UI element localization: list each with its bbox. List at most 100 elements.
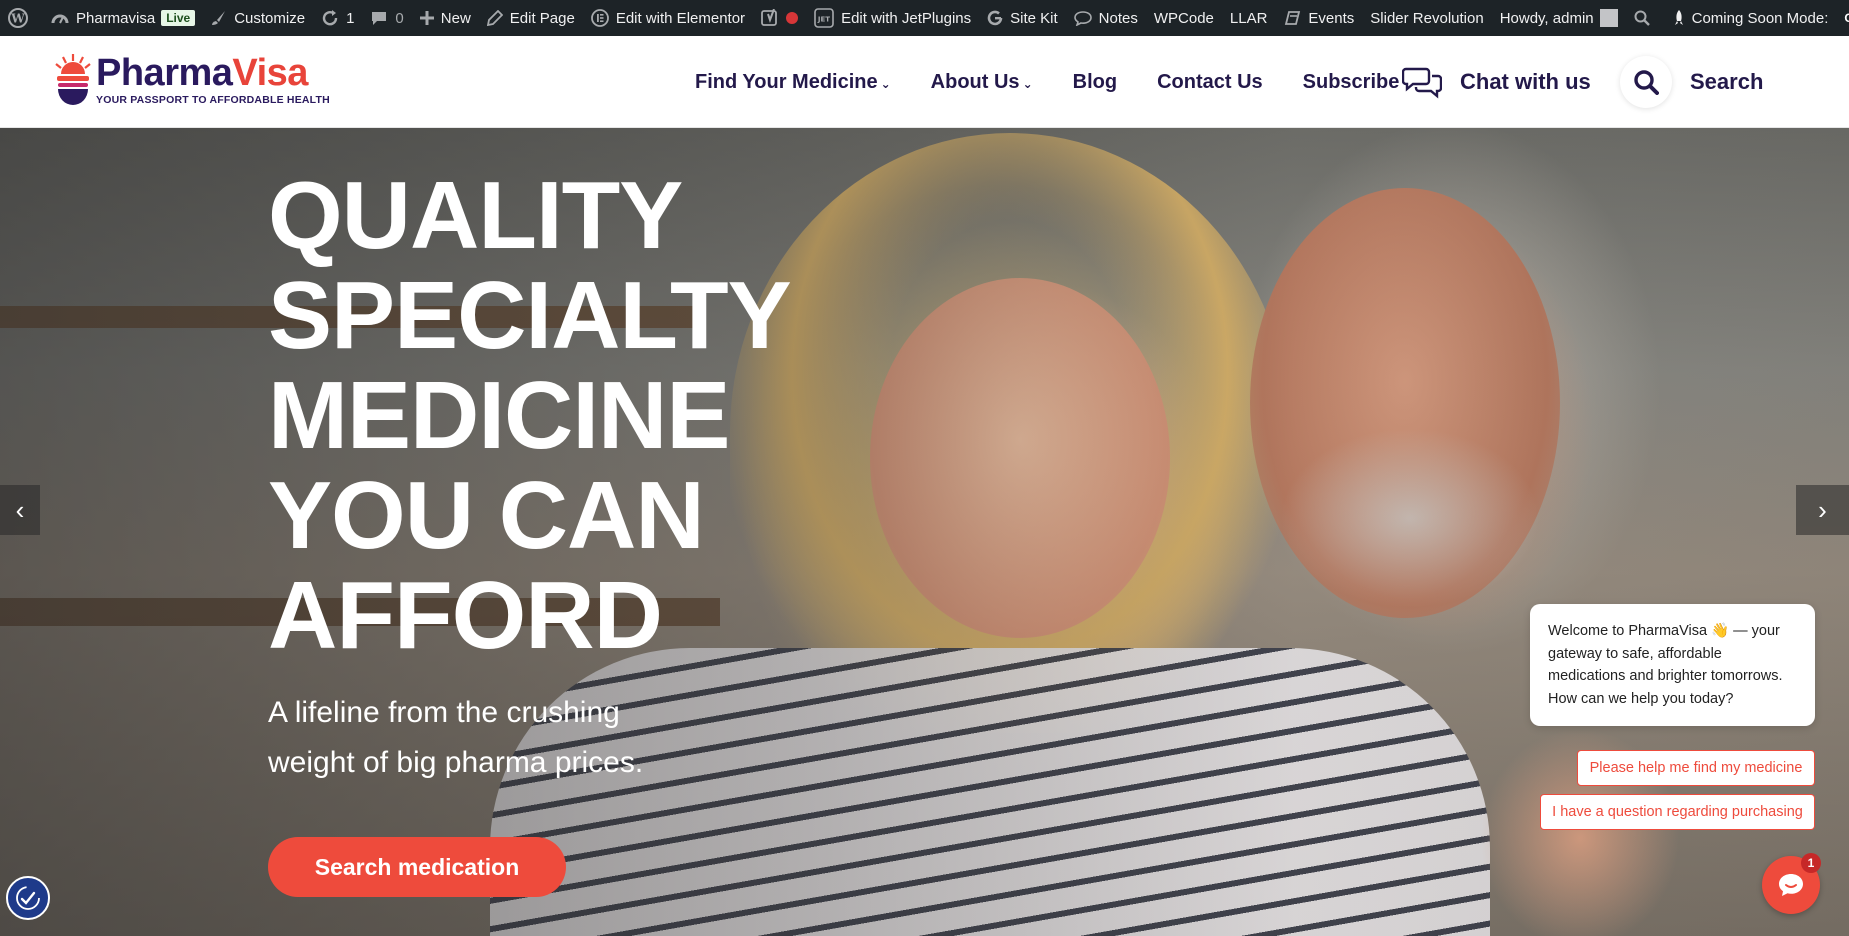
site-logo[interactable]: PharmaVisa YOUR PASSPORT TO AFFORDABLE H… bbox=[54, 52, 330, 108]
comment-icon bbox=[372, 12, 387, 25]
customize-link[interactable]: Customize bbox=[203, 0, 313, 36]
wordpress-icon: W bbox=[8, 8, 28, 28]
comments-link[interactable]: 0 bbox=[362, 0, 411, 36]
google-icon bbox=[987, 10, 1003, 26]
chevron-down-icon: ⌄ bbox=[1022, 77, 1033, 91]
main-nav: Find Your Medicine ⌄ About Us ⌄ Blog Con… bbox=[695, 36, 1399, 128]
llar-link[interactable]: LLAR bbox=[1222, 0, 1276, 36]
events-icon bbox=[1285, 11, 1301, 25]
chevron-down-icon: ⌄ bbox=[880, 77, 891, 91]
seo-menu[interactable] bbox=[753, 0, 806, 36]
nav-about-us-label: About Us bbox=[930, 70, 1020, 93]
accessibility-icon bbox=[16, 886, 40, 910]
search-icon bbox=[1634, 10, 1650, 26]
chat-with-us-link[interactable]: Chat with us bbox=[1402, 36, 1591, 128]
nav-find-medicine-label: Find Your Medicine bbox=[695, 70, 878, 93]
edit-page-link[interactable]: Edit Page bbox=[479, 0, 583, 36]
edit-page-label: Edit Page bbox=[509, 9, 575, 27]
hero-subline: A lifeline from the crushing weight of b… bbox=[268, 696, 644, 779]
nav-subscribe[interactable]: Subscribe bbox=[1303, 71, 1400, 94]
howdy-label: Howdy, admin bbox=[1499, 9, 1594, 27]
search-medication-button[interactable]: Search medication bbox=[268, 837, 566, 897]
nav-blog[interactable]: Blog bbox=[1073, 71, 1117, 94]
coming-soon-mode: Coming Soon Mode: bbox=[1665, 0, 1837, 36]
coming-soon-off-toggle[interactable]: OFF bbox=[1836, 8, 1849, 28]
hero-headline-line: YOU CAN bbox=[268, 462, 705, 569]
jet-icon: JET bbox=[814, 8, 834, 28]
nav-find-medicine[interactable]: Find Your Medicine ⌄ bbox=[695, 71, 891, 94]
notes-label: Notes bbox=[1098, 9, 1138, 27]
admin-bar-secondary: Howdy, admin Coming Soon Mode: OFF ON bbox=[1492, 0, 1849, 36]
updates-count: 1 bbox=[346, 9, 355, 27]
nav-contact-us[interactable]: Contact Us bbox=[1157, 71, 1263, 94]
plus-icon bbox=[419, 11, 434, 25]
events-link[interactable]: Events bbox=[1275, 0, 1362, 36]
notes-link[interactable]: Notes bbox=[1066, 0, 1146, 36]
elementor-icon bbox=[590, 9, 609, 27]
chevron-right-icon: › bbox=[1818, 494, 1827, 525]
hero-headline-line: AFFORD bbox=[268, 562, 663, 669]
hero-headline-line: MEDICINE bbox=[268, 362, 730, 469]
hero-headline: QUALITY SPECIALTY MEDICINE YOU CAN AFFOR… bbox=[268, 162, 792, 669]
edit-elementor-label: Edit with Elementor bbox=[615, 9, 746, 27]
logo-pharma: Pharma bbox=[96, 52, 233, 94]
hero-headline-line: SPECIALTY bbox=[268, 262, 792, 369]
chat-icon bbox=[1402, 67, 1442, 99]
site-header: PharmaVisa YOUR PASSPORT TO AFFORDABLE H… bbox=[0, 36, 1849, 128]
logo-text-block: PharmaVisa YOUR PASSPORT TO AFFORDABLE H… bbox=[96, 54, 330, 106]
chat-unread-badge: 1 bbox=[1801, 853, 1821, 873]
wordpress-menu[interactable]: W bbox=[0, 0, 43, 36]
events-label: Events bbox=[1308, 9, 1355, 27]
pencil-icon bbox=[486, 10, 503, 26]
chat-option-find-medicine[interactable]: Please help me find my medicine bbox=[1577, 750, 1815, 786]
comments-count: 0 bbox=[395, 9, 404, 27]
wpcode-label: WPCode bbox=[1153, 9, 1214, 27]
edit-elementor-link[interactable]: Edit with Elementor bbox=[583, 0, 753, 36]
customize-label: Customize bbox=[234, 9, 306, 27]
rocket-icon bbox=[1674, 10, 1683, 25]
slider-revolution-link[interactable]: Slider Revolution bbox=[1362, 0, 1491, 36]
coming-soon-label: Coming Soon Mode: bbox=[1691, 9, 1829, 27]
header-search-label[interactable]: Search bbox=[1690, 36, 1763, 128]
logo-wordmark: PharmaVisa bbox=[96, 54, 330, 92]
site-kit-label: Site Kit bbox=[1010, 9, 1058, 27]
site-name-menu[interactable]: Pharmavisa Live bbox=[43, 0, 203, 36]
account-menu[interactable]: Howdy, admin bbox=[1492, 0, 1626, 36]
seo-status-dot bbox=[786, 12, 799, 24]
llar-label: LLAR bbox=[1229, 9, 1268, 27]
edit-jetplugins-label: Edit with JetPlugins bbox=[841, 9, 972, 27]
logo-sun-icon bbox=[55, 54, 91, 105]
dashboard-icon bbox=[51, 14, 69, 24]
chat-welcome-message: Welcome to PharmaVisa 👋 — your gateway t… bbox=[1530, 604, 1815, 726]
brush-icon bbox=[212, 11, 226, 25]
wp-admin-bar: W Pharmavisa Live Customize 1 0 New Edit… bbox=[0, 0, 1849, 36]
slider-next-button[interactable]: › bbox=[1796, 485, 1849, 535]
header-search-button[interactable] bbox=[1620, 56, 1672, 108]
search-icon bbox=[1634, 70, 1659, 95]
accessibility-button[interactable] bbox=[6, 876, 50, 920]
site-name: Pharmavisa bbox=[76, 9, 156, 27]
new-label: New bbox=[440, 9, 471, 27]
edit-jetplugins-link[interactable]: JET Edit with JetPlugins bbox=[806, 0, 979, 36]
svg-text:JET: JET bbox=[817, 16, 830, 24]
site-kit-menu[interactable]: Site Kit bbox=[979, 0, 1066, 36]
slider-prev-button[interactable]: ‹ bbox=[0, 485, 40, 535]
updates-link[interactable]: 1 bbox=[313, 0, 362, 36]
chat-bubble-icon bbox=[1779, 874, 1803, 896]
nav-about-us[interactable]: About Us ⌄ bbox=[931, 71, 1033, 94]
wpcode-link[interactable]: WPCode bbox=[1146, 0, 1222, 36]
hero-headline-line: QUALITY bbox=[268, 162, 683, 269]
svg-text:W: W bbox=[10, 12, 25, 26]
refresh-icon bbox=[322, 10, 338, 26]
slider-revolution-label: Slider Revolution bbox=[1370, 9, 1484, 27]
admin-search[interactable] bbox=[1626, 0, 1665, 36]
yoast-icon bbox=[761, 9, 777, 26]
chat-with-us-label: Chat with us bbox=[1460, 69, 1591, 94]
live-badge: Live bbox=[161, 10, 196, 26]
chat-option-purchasing-question[interactable]: I have a question regarding purchasing bbox=[1540, 794, 1815, 830]
chevron-left-icon: ‹ bbox=[15, 494, 25, 525]
logo-visa: Visa bbox=[232, 52, 308, 94]
new-content-menu[interactable]: New bbox=[412, 0, 479, 36]
avatar bbox=[1599, 9, 1618, 27]
logo-tagline: YOUR PASSPORT TO AFFORDABLE HEALTH bbox=[96, 94, 330, 106]
